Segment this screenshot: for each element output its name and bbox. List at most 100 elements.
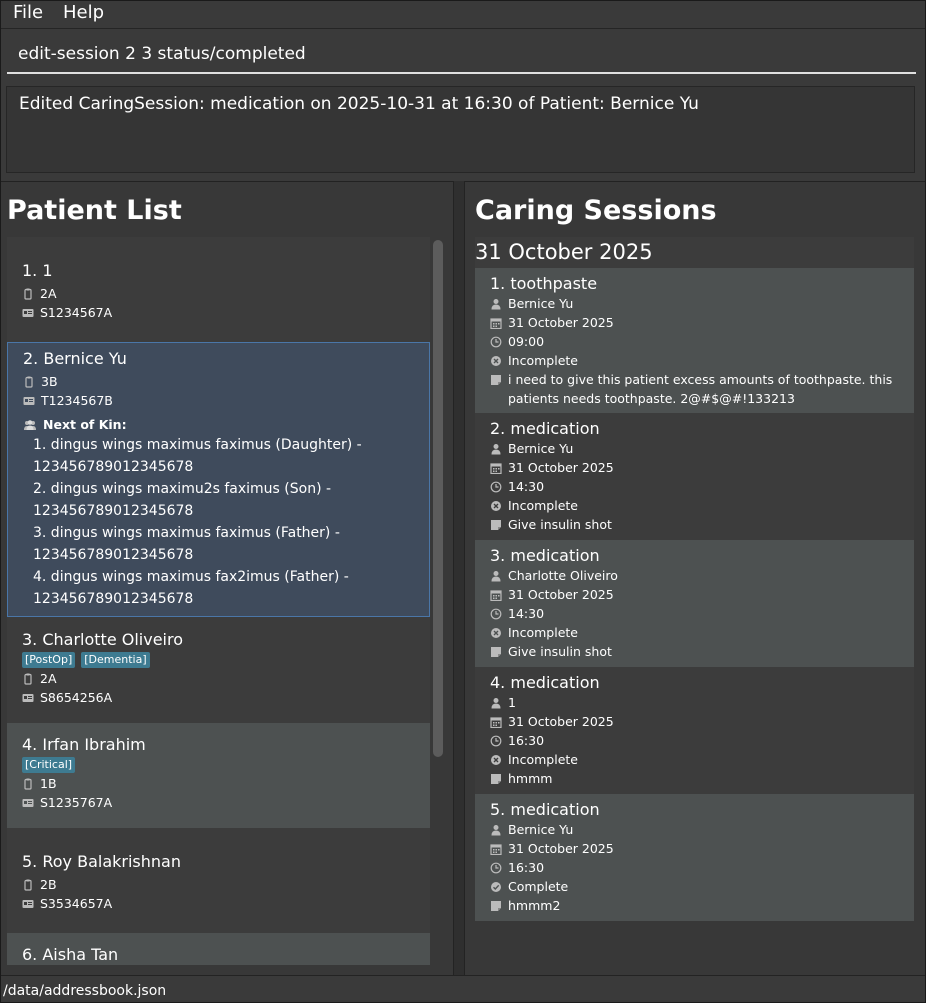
patient-ward: 1B (40, 776, 57, 791)
note-icon (490, 646, 502, 658)
session-title: 2. medication (490, 419, 600, 438)
session-date: 31 October 2025 (508, 587, 614, 602)
ward-icon (22, 288, 34, 300)
session-status: Incomplete (508, 752, 578, 767)
session-time: 09:00 (508, 334, 545, 349)
session-patient: 1 (508, 695, 516, 710)
tag: [PostOp] (22, 652, 76, 668)
patient-card[interactable]: 3. Charlotte Oliveiro [PostOp] [Dementia… (7, 618, 430, 723)
id-card-icon (22, 898, 34, 910)
calendar-icon (490, 843, 502, 855)
session-note: hmmm (508, 771, 553, 786)
next-of-kin-heading: Next of Kin: (23, 415, 429, 434)
session-patient: Bernice Yu (508, 441, 574, 456)
nok-entry-name: 2. dingus wings maximu2s faximus (Son) - (33, 481, 332, 497)
session-status: Incomplete (508, 625, 578, 640)
note-icon (490, 900, 502, 912)
menu-file[interactable]: File (13, 2, 43, 23)
session-patient: Bernice Yu (508, 822, 574, 837)
session-time: 16:30 (508, 860, 545, 875)
session-card[interactable]: 2. medication Bernice Yu 31 October 2025… (475, 413, 914, 540)
session-time: 14:30 (508, 479, 545, 494)
nok-entry: 3. dingus wings maximus faximus (Father)… (23, 522, 429, 566)
patient-card[interactable]: 1. 1 2A S1234567A (7, 237, 430, 341)
patient-list-panel: Patient List 1. 1 2A S1234567A 2. Bernic… (1, 181, 453, 975)
session-status: Incomplete (508, 498, 578, 513)
session-note: hmmm2 (508, 898, 561, 913)
nok-entry-name: 4. dingus wings maximus fax2imus (Father… (33, 569, 349, 585)
nok-entry-phone: 123456789012345678 (33, 503, 194, 519)
group-icon (23, 419, 37, 431)
patient-nric: S3534657A (40, 896, 113, 911)
session-card[interactable]: 3. medication Charlotte Oliveiro 31 Octo… (475, 540, 914, 667)
session-patient: Charlotte Oliveiro (508, 568, 618, 583)
session-patient: Bernice Yu (508, 296, 574, 311)
session-card[interactable]: 4. medication 1 31 October 2025 16:30 In… (475, 667, 914, 794)
patient-list: 1. 1 2A S1234567A 2. Bernice Yu 3B T1234… (7, 237, 430, 965)
note-icon (490, 773, 502, 785)
patient-ward: 2A (40, 286, 57, 301)
nok-entry-name: 3. dingus wings maximus faximus (Father)… (33, 525, 340, 541)
patient-name: 5. Roy Balakrishnan (22, 852, 181, 871)
nok-entry-phone: 123456789012345678 (33, 547, 194, 563)
date-group-header: 31 October 2025 (475, 237, 914, 268)
session-title: 4. medication (490, 673, 600, 692)
session-card[interactable]: 5. medication Bernice Yu 31 October 2025… (475, 794, 914, 921)
menu-help[interactable]: Help (63, 2, 104, 23)
session-status: Complete (508, 879, 569, 894)
session-time: 14:30 (508, 606, 545, 621)
split-pane-divider[interactable] (453, 181, 465, 975)
session-title: 5. medication (490, 800, 600, 819)
person-icon (490, 298, 502, 310)
patient-list-scrollbar[interactable] (431, 237, 445, 965)
ward-icon (22, 879, 34, 891)
command-input[interactable]: edit-session 2 3 status/completed (7, 37, 916, 74)
patient-name: 3. Charlotte Oliveiro (22, 630, 184, 649)
id-card-icon (22, 307, 34, 319)
tag-list: [Critical] (22, 757, 430, 773)
patient-name: 4. Irfan Ibrahim (22, 735, 146, 754)
x-circle-icon (490, 355, 502, 367)
id-card-icon (22, 692, 34, 704)
tag-list: [PostOp] [Dementia] (22, 652, 430, 668)
nok-entry: 1. dingus wings maximus faximus (Daughte… (23, 434, 429, 478)
patient-card-selected[interactable]: 2. Bernice Yu 3B T1234567B Next of Kin: … (7, 342, 430, 617)
caring-sessions-list: 31 October 2025 1. toothpaste Bernice Yu… (475, 237, 914, 965)
session-note: Give insulin shot (508, 644, 612, 659)
session-title: 3. medication (490, 546, 600, 565)
patient-card[interactable]: 6. Aisha Tan (7, 933, 430, 965)
scrollbar-thumb[interactable] (433, 240, 443, 757)
note-icon (490, 519, 502, 531)
patient-name: 2. Bernice Yu (23, 349, 127, 368)
patient-ward: 3B (41, 374, 58, 389)
caring-sessions-panel: Caring Sessions 31 October 2025 1. tooth… (465, 181, 925, 975)
ward-icon (22, 778, 34, 790)
result-display: Edited CaringSession: medication on 2025… (6, 86, 915, 173)
person-icon (490, 570, 502, 582)
x-circle-icon (490, 500, 502, 512)
patient-list-title: Patient List (7, 195, 182, 226)
nok-entry: 4. dingus wings maximus fax2imus (Father… (23, 566, 429, 610)
clock-icon (490, 862, 502, 874)
session-date: 31 October 2025 (508, 714, 614, 729)
patient-ward: 2A (40, 671, 57, 686)
session-date: 31 October 2025 (508, 841, 614, 856)
patient-card[interactable]: 5. Roy Balakrishnan 2B S3534657A (7, 828, 430, 933)
clock-icon (490, 481, 502, 493)
ward-icon (22, 673, 34, 685)
patient-card[interactable]: 4. Irfan Ibrahim [Critical] 1B S1235767A (7, 723, 430, 828)
id-card-icon (23, 395, 35, 407)
status-bar: /data/addressbook.json (1, 975, 925, 1002)
patient-name: 1. 1 (22, 261, 53, 280)
session-status: Incomplete (508, 353, 578, 368)
check-circle-icon (490, 881, 502, 893)
session-title: 1. toothpaste (490, 274, 598, 293)
caring-sessions-title: Caring Sessions (475, 195, 717, 226)
session-time: 16:30 (508, 733, 545, 748)
x-circle-icon (490, 627, 502, 639)
patient-nric: S1234567A (40, 305, 113, 320)
tag: [Critical] (22, 757, 76, 773)
patient-name: 6. Aisha Tan (22, 945, 119, 964)
clock-icon (490, 735, 502, 747)
session-card[interactable]: 1. toothpaste Bernice Yu 31 October 2025… (475, 268, 914, 413)
